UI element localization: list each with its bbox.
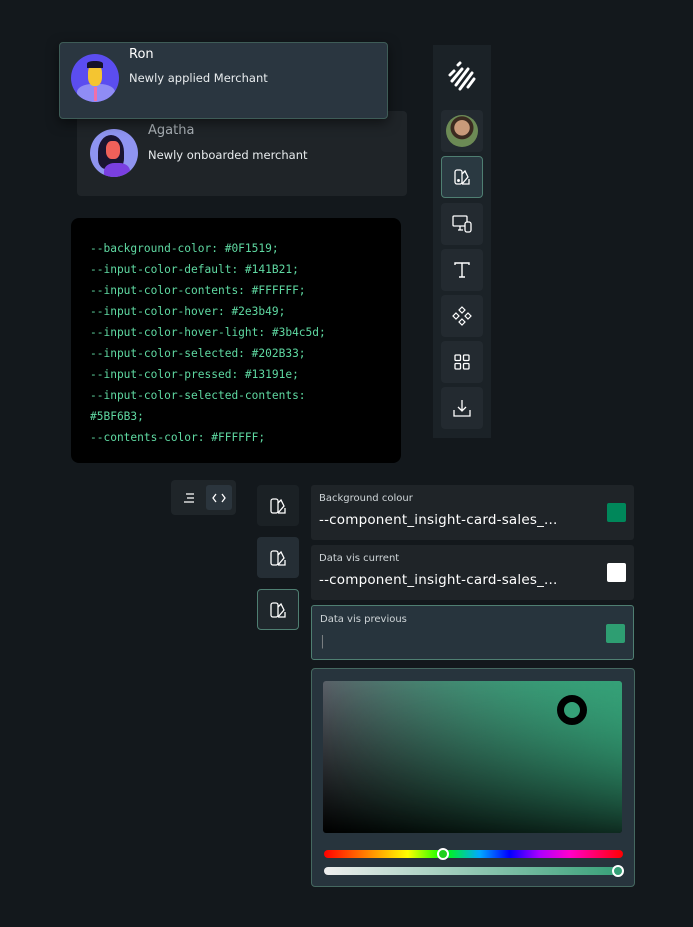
code-line: --input-color-pressed: #13191e; xyxy=(90,368,299,381)
code-line: --input-color-hover: #2e3b49; xyxy=(90,305,286,318)
profile-avatar xyxy=(446,115,478,147)
swatch-icon xyxy=(454,169,470,185)
field-label: Background colour xyxy=(319,493,413,504)
saturation-handle[interactable] xyxy=(557,695,587,725)
field-value: --component_insight-card-sales_... xyxy=(319,512,558,528)
text-icon xyxy=(454,262,470,278)
css-variables-code-block: --background-color: #0F1519; --input-col… xyxy=(71,218,401,463)
code-line: --input-color-default: #141B21; xyxy=(90,263,299,276)
field-label: Data vis current xyxy=(319,553,400,564)
code-line: --input-color-selected-contents: xyxy=(90,389,306,402)
logo-icon xyxy=(446,61,478,97)
text-cursor: | xyxy=(320,633,325,649)
field-label: Data vis previous xyxy=(320,614,407,625)
code-line: --input-color-contents: #FFFFFF; xyxy=(90,284,306,297)
code-line: --contents-color: #FFFFFF; xyxy=(90,431,266,444)
notification-subtitle: Newly applied Merchant xyxy=(129,71,268,85)
grid-icon xyxy=(454,354,470,370)
color-chip[interactable] xyxy=(607,563,626,582)
download-icon xyxy=(453,400,471,417)
field-value: --component_insight-card-sales_... xyxy=(319,572,558,588)
swatch-button-selected[interactable] xyxy=(257,589,299,630)
sidebar-item-grid[interactable] xyxy=(441,341,483,383)
swatch-icon xyxy=(270,549,286,566)
code-line: --input-color-selected: #202B33; xyxy=(90,347,306,360)
color-chip[interactable] xyxy=(607,503,626,522)
notification-name: Agatha xyxy=(148,123,195,138)
swatch-button-hover[interactable] xyxy=(257,537,299,578)
tool-sidebar xyxy=(433,45,491,438)
sidebar-item-components[interactable] xyxy=(441,295,483,337)
notification-card-agatha[interactable]: Agatha Newly onboarded merchant xyxy=(77,111,407,196)
swatch-icon xyxy=(270,497,286,514)
components-icon xyxy=(452,306,472,326)
color-picker xyxy=(311,668,635,887)
swatch-button-default[interactable] xyxy=(257,485,299,526)
code-line: #5BF6B3; xyxy=(90,410,144,423)
code-line: --background-color: #0F1519; xyxy=(90,242,279,255)
background-colour-field[interactable]: Background colour --component_insight-ca… xyxy=(311,485,634,540)
notification-name: Ron xyxy=(129,47,154,62)
hue-handle[interactable] xyxy=(437,848,449,860)
notification-subtitle: Newly onboarded merchant xyxy=(148,148,308,162)
sidebar-item-download[interactable] xyxy=(441,387,483,429)
alpha-handle[interactable] xyxy=(612,865,624,877)
code-icon xyxy=(212,493,226,502)
sidebar-item-devices[interactable] xyxy=(441,203,483,245)
list-icon xyxy=(184,492,194,503)
data-vis-previous-field[interactable]: Data vis previous | xyxy=(311,605,634,660)
hue-slider[interactable] xyxy=(324,850,623,858)
avatar-agatha xyxy=(90,129,138,177)
view-toggle xyxy=(171,480,236,515)
color-chip[interactable] xyxy=(606,624,625,643)
avatar-ron xyxy=(71,54,119,102)
data-vis-current-field[interactable]: Data vis current --component_insight-car… xyxy=(311,545,634,600)
sidebar-item-profile[interactable] xyxy=(441,110,483,152)
notification-card-ron[interactable]: Ron Newly applied Merchant xyxy=(59,42,388,119)
sidebar-item-swatch[interactable] xyxy=(441,156,483,198)
devices-icon xyxy=(452,215,472,233)
code-view-button[interactable] xyxy=(206,485,232,510)
list-view-button[interactable] xyxy=(176,485,202,510)
code-line: --input-color-hover-light: #3b4c5d; xyxy=(90,326,326,339)
sidebar-item-text[interactable] xyxy=(441,249,483,291)
alpha-slider[interactable] xyxy=(324,867,623,875)
swatch-icon xyxy=(270,601,286,618)
